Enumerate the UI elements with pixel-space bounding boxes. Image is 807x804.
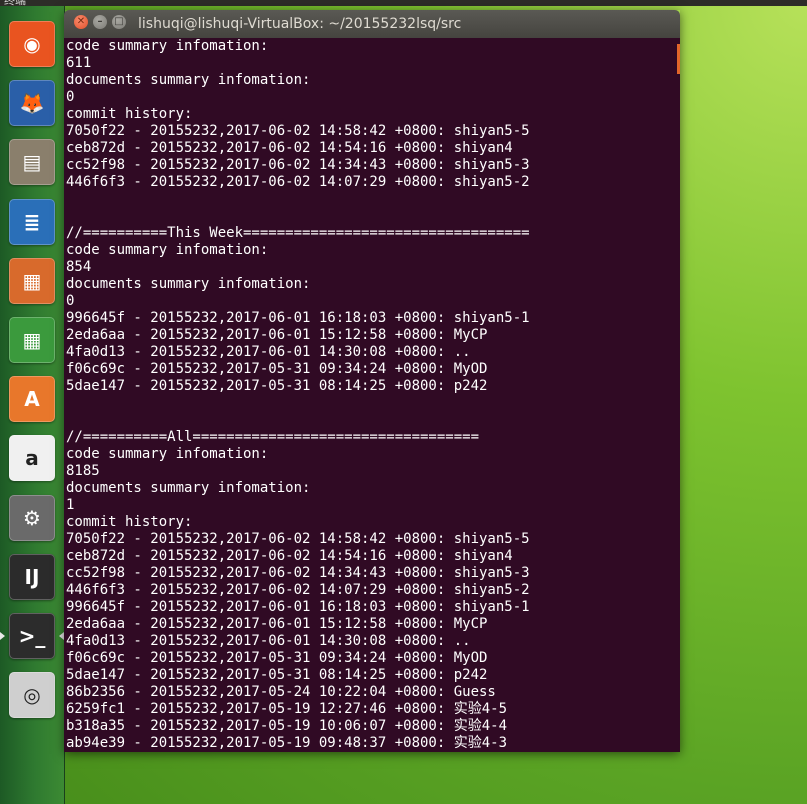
system-settings-icon: ⚙ — [9, 495, 55, 541]
launcher-item[interactable]: ◎ — [6, 669, 58, 721]
terminal-line: documents summary infomation: — [66, 276, 311, 292]
terminal-line: ceb872d - 20155232,2017-06-02 14:54:16 +… — [66, 548, 513, 564]
window-title: lishuqi@lishuqi-VirtualBox: ~/20155232ls… — [138, 16, 462, 32]
terminal-line: 6259fc1 - 20155232,2017-05-19 12:27:46 +… — [66, 701, 508, 717]
terminal-line: 8185 — [66, 463, 100, 479]
launcher-item[interactable]: ⚙ — [6, 492, 58, 544]
launcher-glyph: ≣ — [23, 210, 41, 234]
terminal-line: 4fa0d13 - 20155232,2017-06-01 14:30:08 +… — [66, 344, 471, 360]
terminal-line: code summary infomation: — [66, 446, 269, 462]
terminal-line: 2eda6aa - 20155232,2017-06-01 15:12:58 +… — [66, 327, 488, 343]
terminal-line: 1 — [66, 497, 75, 513]
terminal-line: cc52f98 - 20155232,2017-06-02 14:34:43 +… — [66, 565, 530, 581]
terminal-line: 4fa0d13 - 20155232,2017-06-01 14:30:08 +… — [66, 633, 471, 649]
terminal-line: code summary infomation: — [66, 242, 269, 258]
launcher-glyph: ⚙ — [23, 506, 41, 530]
launcher-item[interactable]: A — [6, 373, 58, 425]
terminal-line: commit history: — [66, 106, 193, 122]
minimize-icon[interactable]: – — [93, 15, 107, 29]
launcher-glyph: ▦ — [22, 269, 42, 293]
launcher-item[interactable]: 🦊 — [6, 77, 58, 129]
ubuntu-dash-icon: ◉ — [9, 21, 55, 67]
terminal-text: code summary infomation: 611 documents sum… — [66, 38, 530, 752]
terminal-line: 996645f - 20155232,2017-06-01 16:18:03 +… — [66, 310, 530, 326]
terminal-line: 446f6f3 - 20155232,2017-06-02 14:07:29 +… — [66, 174, 530, 190]
dvd-icon: ◎ — [9, 672, 55, 718]
terminal-line: code summary infomation: — [66, 38, 269, 54]
launcher-glyph: A — [24, 387, 40, 411]
terminal-line: 5dae147 - 20155232,2017-05-31 08:14:25 +… — [66, 378, 488, 394]
terminal-line: 446f6f3 - 20155232,2017-06-02 14:07:29 +… — [66, 582, 530, 598]
terminal-line: b318a35 - 20155232,2017-05-19 10:06:07 +… — [66, 718, 508, 734]
terminal-line: 0 — [66, 89, 75, 105]
launcher-glyph: ◎ — [23, 683, 41, 707]
launcher-item[interactable]: a — [6, 432, 58, 484]
terminal-line: commit history: — [66, 514, 193, 530]
close-icon[interactable]: ✕ — [74, 15, 88, 29]
firefox-icon: 🦊 — [9, 80, 55, 126]
terminal-line: //==========All=========================… — [66, 429, 480, 445]
amazon-icon: a — [9, 435, 55, 481]
software-center-icon: A — [9, 376, 55, 422]
terminal-line: 996645f - 20155232,2017-06-01 16:18:03 +… — [66, 599, 530, 615]
terminal-line: 2eda6aa - 20155232,2017-06-01 15:12:58 +… — [66, 616, 488, 632]
active-indicator — [0, 632, 5, 640]
launcher-item[interactable]: ▦ — [6, 255, 58, 307]
window-titlebar[interactable]: ✕ – □ lishuqi@lishuqi-VirtualBox: ~/2015… — [64, 10, 680, 38]
terminal-line: 611 — [66, 55, 92, 71]
launcher-glyph: IJ — [24, 565, 40, 589]
launcher-glyph: 🦊 — [19, 91, 45, 115]
launcher-item[interactable]: ≣ — [6, 196, 58, 248]
libreoffice-calc-icon: ▦ — [9, 317, 55, 363]
maximize-icon[interactable]: □ — [112, 15, 126, 29]
terminal-line: //==========This Week===================… — [66, 225, 530, 241]
terminal-line: documents summary infomation: — [66, 480, 311, 496]
launcher-item[interactable]: >_ — [6, 610, 58, 662]
terminal-window: ✕ – □ lishuqi@lishuqi-VirtualBox: ~/2015… — [64, 10, 680, 752]
launcher-glyph: ◉ — [23, 32, 41, 56]
terminal-line: cc52f98 - 20155232,2017-06-02 14:34:43 +… — [66, 157, 530, 173]
libreoffice-writer-icon: ≣ — [9, 199, 55, 245]
terminal-line: 854 — [66, 259, 92, 275]
intellij-idea-icon: IJ — [9, 554, 55, 600]
launcher-item[interactable]: IJ — [6, 551, 58, 603]
top-panel: 终端 — [0, 0, 807, 7]
terminal-line: ceb872d - 20155232,2017-06-02 14:54:16 +… — [66, 140, 513, 156]
launcher-item[interactable]: ▦ — [6, 314, 58, 366]
terminal-line: 7050f22 - 20155232,2017-06-02 14:58:42 +… — [66, 123, 530, 139]
scrollbar[interactable] — [677, 44, 680, 74]
terminal-line: 86b2356 - 20155232,2017-05-24 10:22:04 +… — [66, 684, 496, 700]
terminal-line: 5dae147 - 20155232,2017-05-31 08:14:25 +… — [66, 667, 488, 683]
terminal-line: 7050f22 - 20155232,2017-06-02 14:58:42 +… — [66, 531, 530, 547]
terminal-icon: >_ — [9, 613, 55, 659]
terminal-line: f06c69c - 20155232,2017-05-31 09:34:24 +… — [66, 361, 488, 377]
launcher: ◉ 🦊 ▤ ≣ ▦ ▦ Aa ⚙ IJ >_ ◎ — [0, 6, 65, 804]
libreoffice-impress-icon: ▦ — [9, 258, 55, 304]
launcher-item[interactable]: ◉ — [6, 18, 58, 70]
launcher-glyph: ▤ — [22, 150, 42, 174]
launcher-glyph: ▦ — [22, 328, 42, 352]
terminal-line: documents summary infomation: — [66, 72, 311, 88]
launcher-glyph: a — [25, 446, 39, 470]
terminal-output[interactable]: code summary infomation: 611 documents sum… — [64, 38, 680, 752]
terminal-line: 0 — [66, 293, 75, 309]
launcher-item[interactable]: ▤ — [6, 136, 58, 188]
terminal-line: f06c69c - 20155232,2017-05-31 09:34:24 +… — [66, 650, 488, 666]
files-icon: ▤ — [9, 139, 55, 185]
terminal-line: ab94e39 - 20155232,2017-05-19 09:48:37 +… — [66, 735, 508, 751]
launcher-glyph: >_ — [18, 624, 46, 648]
